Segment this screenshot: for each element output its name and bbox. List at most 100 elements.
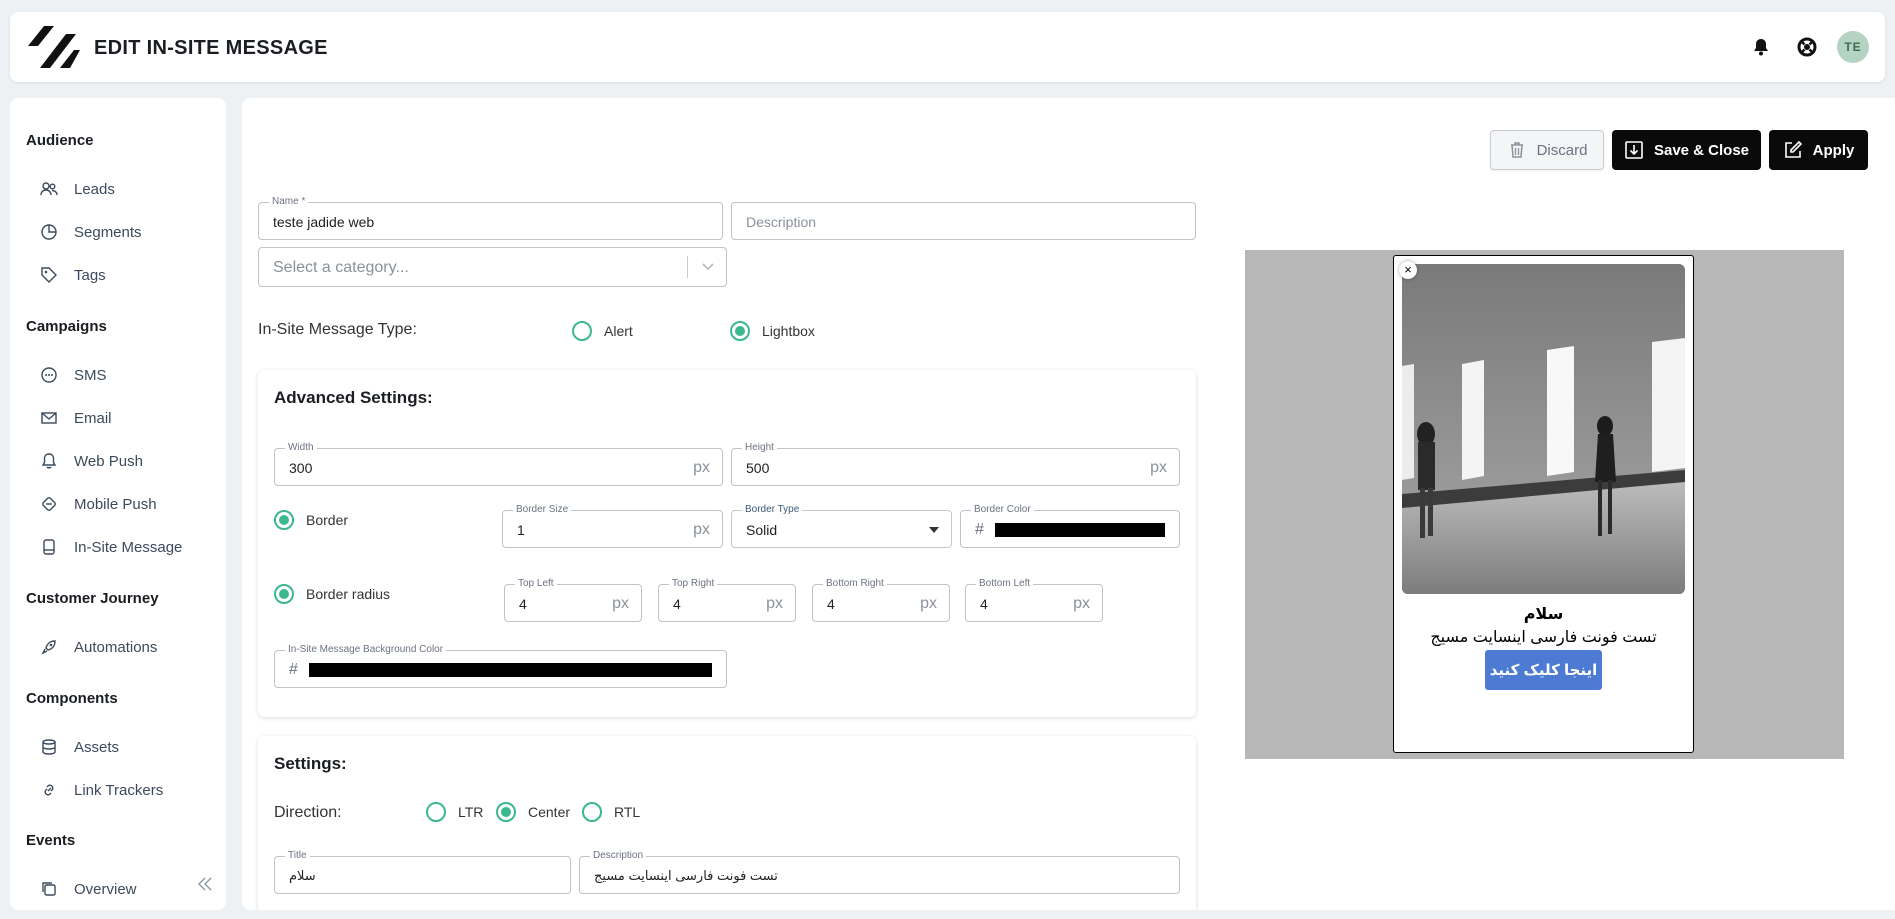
sidebar-item-automations[interactable]: Automations: [40, 638, 157, 656]
border-size-label: Border Size: [513, 503, 572, 517]
edit-icon: [1784, 140, 1802, 158]
bottom-left-value: 4: [980, 596, 988, 612]
bottom-left-radius-field[interactable]: Bottom Left 4 px: [965, 577, 1103, 622]
sidebar-item-label: Overview: [74, 880, 137, 898]
sidebar-item-label: Web Push: [74, 452, 143, 470]
gallery-image: [1402, 264, 1685, 594]
title-value: سلام: [289, 868, 316, 883]
sidebar-item-leads[interactable]: Leads: [40, 180, 115, 198]
direction-rtl-radio[interactable]: RTL: [582, 802, 640, 822]
radio-circle: [572, 321, 592, 341]
settings-description-label: Description: [590, 849, 647, 863]
caret-down-icon: [929, 527, 939, 533]
message-type-label: In-Site Message Type:: [258, 321, 417, 338]
help-lifebuoy-icon[interactable]: [1796, 36, 1818, 58]
name-field[interactable]: Name * teste jadide web: [258, 195, 723, 240]
sidebar-item-mobile-push[interactable]: Mobile Push: [40, 495, 157, 513]
link-icon: [44, 784, 54, 796]
radio-circle: [426, 802, 446, 822]
border-type-select[interactable]: Border Type Solid: [731, 503, 952, 548]
preview-description: تست فونت فارسی اینسایت مسیج: [1430, 629, 1657, 646]
background-color-label: In-Site Message Background Color: [285, 643, 447, 657]
preview-title: سلام: [1523, 606, 1564, 623]
bottom-right-label: Bottom Right: [823, 577, 887, 591]
settings-title: Settings:: [274, 754, 347, 773]
type-alert-radio[interactable]: Alert: [572, 321, 633, 341]
settings-description-field[interactable]: Description تست فونت فارسی اینسایت مسیج: [579, 849, 1180, 894]
border-size-field[interactable]: Border Size 1 px: [502, 503, 723, 548]
logo-icon[interactable]: [26, 24, 80, 70]
sidebar-item-segments[interactable]: Segments: [40, 223, 142, 241]
sidebar-item-in-site-message[interactable]: In-Site Message: [40, 538, 182, 556]
apply-button[interactable]: Apply: [1769, 130, 1868, 170]
direction-ltr-radio[interactable]: LTR: [426, 802, 483, 822]
select-divider: [687, 256, 688, 278]
background-color-field[interactable]: In-Site Message Background Color #: [274, 643, 727, 688]
direction-center-radio[interactable]: Center: [496, 802, 570, 822]
top-left-radius-field[interactable]: Top Left 4 px: [504, 577, 642, 622]
sidebar-item-label: Email: [74, 409, 112, 427]
category-placeholder: Select a category...: [273, 259, 409, 276]
save-close-button[interactable]: Save & Close: [1612, 130, 1761, 170]
tag-icon: [41, 267, 57, 283]
sidebar-item-label: Segments: [74, 223, 142, 241]
in-site-message-icon: [43, 539, 55, 555]
sidebar-item-tags[interactable]: Tags: [40, 266, 106, 284]
border-size-value: 1: [517, 522, 525, 538]
chevron-down-icon[interactable]: [702, 262, 714, 272]
advanced-settings-card: Advanced Settings: Width 300 px Height 5…: [258, 370, 1196, 717]
description-field[interactable]: Description: [731, 202, 1196, 240]
hash-symbol: #: [289, 661, 298, 678]
type-alert-label: Alert: [604, 323, 633, 339]
sidebar-item-sms[interactable]: SMS: [40, 366, 107, 384]
envelope-icon: [41, 412, 57, 424]
trash-icon: [1510, 142, 1523, 158]
discard-button[interactable]: Discard: [1490, 130, 1604, 170]
type-lightbox-radio[interactable]: Lightbox: [730, 321, 815, 341]
bottom-right-radius-field[interactable]: Bottom Right 4 px: [812, 577, 950, 622]
bottom-right-unit: px: [920, 595, 937, 612]
title-field[interactable]: Title سلام: [274, 849, 571, 894]
avatar[interactable]: TE: [1837, 31, 1869, 63]
collapse-sidebar-icon[interactable]: [196, 876, 214, 892]
border-radius-toggle-radio[interactable]: Border radius: [274, 584, 390, 604]
width-field[interactable]: Width 300 px: [274, 441, 723, 486]
sidebar-item-assets[interactable]: Assets: [40, 738, 119, 756]
download-save-icon: [1625, 141, 1643, 159]
direction-label: Direction:: [274, 804, 342, 821]
border-size-unit: px: [693, 521, 710, 538]
top-right-radius-field[interactable]: Top Right 4 px: [658, 577, 796, 622]
direction-center-label: Center: [528, 804, 571, 820]
main-panel: Discard Save & Close Apply Name * teste …: [242, 98, 1895, 910]
width-value: 300: [289, 460, 313, 476]
sidebar-section-components: Components: [26, 690, 118, 707]
bell-icon[interactable]: [1750, 36, 1772, 58]
top-left-value: 4: [519, 596, 527, 612]
sidebar-item-label: In-Site Message: [74, 538, 183, 556]
border-color-field[interactable]: Border Color #: [960, 503, 1180, 548]
sidebar-item-link-trackers[interactable]: Link Trackers: [40, 781, 163, 799]
sidebar-item-label: Assets: [74, 738, 120, 756]
top-right-unit: px: [766, 595, 783, 612]
radio-circle-selected: [274, 510, 294, 530]
category-select[interactable]: Select a category...: [258, 247, 727, 287]
hash-symbol: #: [975, 521, 984, 538]
border-color-swatch: [995, 523, 1165, 537]
preview-cta-button[interactable]: اینجا کلیک کنید: [1485, 650, 1602, 690]
name-value: teste jadide web: [273, 214, 375, 230]
radio-circle-selected: [730, 321, 750, 341]
settings-card: Settings: Direction: LTR Center RTL Titl…: [258, 736, 1196, 910]
border-toggle-radio[interactable]: Border: [274, 510, 348, 530]
height-field[interactable]: Height 500 px: [731, 441, 1180, 486]
sidebar-item-web-push[interactable]: Web Push: [40, 452, 143, 470]
mobile-push-icon: [42, 497, 56, 511]
direction-ltr-label: LTR: [458, 804, 484, 820]
border-label: Border: [306, 512, 349, 528]
sidebar-item-email[interactable]: Email: [40, 409, 112, 427]
top-left-unit: px: [612, 595, 629, 612]
sidebar-item-overview[interactable]: Overview: [40, 880, 137, 898]
bottom-right-value: 4: [827, 596, 835, 612]
radio-circle-selected: [496, 802, 516, 822]
close-icon[interactable]: ×: [1399, 261, 1417, 279]
sidebar-item-label: Automations: [74, 638, 158, 656]
